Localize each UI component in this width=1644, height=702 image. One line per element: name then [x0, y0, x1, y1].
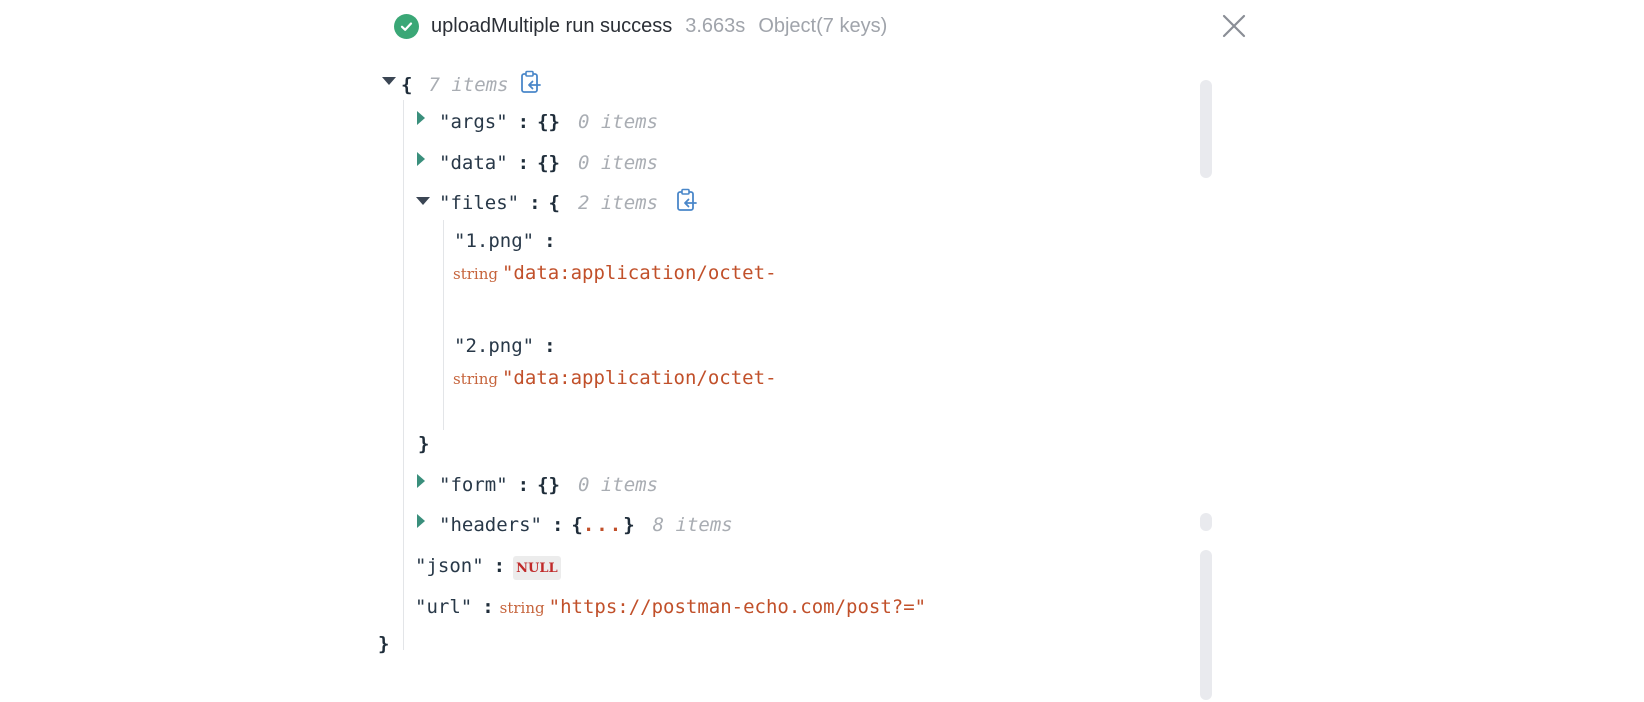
type-label: string	[499, 599, 545, 617]
scrollbar-thumb[interactable]	[1200, 80, 1212, 178]
files-key: "files"	[439, 192, 520, 214]
form-key: "form"	[439, 474, 508, 496]
headers-row: "headers" : { ... } 8 items	[439, 514, 733, 536]
headers-expand-toggle[interactable]	[417, 514, 425, 528]
args-expand-toggle[interactable]	[417, 111, 425, 125]
check-circle-icon	[394, 13, 419, 39]
root-close-brace: }	[378, 633, 390, 655]
copy-root-button[interactable]	[520, 70, 542, 94]
form-row: "form" : {} 0 items	[439, 474, 659, 496]
args-value: {}	[537, 111, 560, 133]
files-item-count: 2 items	[577, 192, 659, 214]
args-row: "args" : {} 0 items	[439, 111, 659, 133]
data-row: "data" : {} 0 items	[439, 152, 659, 174]
scrollbar-track-segment[interactable]	[1200, 550, 1212, 700]
file-entry-value: string "data:application/octet-	[453, 367, 777, 389]
json-row: "json" : NULL	[415, 555, 561, 585]
json-viewer: { 7 items "args" : {} 0 items "data" : {…	[378, 70, 1270, 702]
run-duration: 3.663s	[685, 14, 746, 37]
copy-files-button[interactable]	[676, 188, 698, 212]
file-entry-key: "1.png" :	[454, 230, 556, 252]
null-badge: NULL	[513, 556, 561, 580]
form-expand-toggle[interactable]	[417, 474, 425, 488]
headers-collapsed-ellipsis[interactable]: ...	[583, 514, 623, 536]
form-item-count: 0 items	[577, 474, 659, 496]
type-label: string	[453, 370, 498, 388]
args-item-count: 0 items	[577, 111, 659, 133]
result-header: uploadMultiple run success 3.663s Object…	[394, 10, 1256, 42]
close-button[interactable]	[1220, 12, 1248, 40]
root-indent-guide	[403, 100, 404, 650]
files-collapse-toggle[interactable]	[416, 197, 430, 205]
file-entry-value: string "data:application/octet-	[453, 262, 777, 284]
files-indent-guide	[443, 220, 444, 430]
data-key: "data"	[439, 152, 508, 174]
headers-key: "headers"	[439, 514, 542, 536]
data-value: {}	[537, 152, 560, 174]
data-item-count: 0 items	[577, 152, 659, 174]
type-label: string	[453, 265, 498, 283]
close-icon	[1222, 14, 1246, 38]
files-close-brace: }	[418, 433, 430, 455]
run-status-title: uploadMultiple run success	[431, 14, 673, 37]
root-collapse-toggle[interactable]	[382, 77, 396, 85]
result-summary: Object(7 keys)	[758, 14, 888, 37]
root-item-count: 7 items	[428, 74, 509, 96]
file-entry-key: "2.png" :	[454, 335, 556, 357]
json-key: "json"	[415, 555, 484, 577]
args-key: "args"	[439, 111, 508, 133]
headers-item-count: 8 items	[652, 514, 733, 536]
clipboard-icon	[521, 70, 541, 93]
scrollbar-track-segment[interactable]	[1200, 513, 1212, 531]
url-key: "url"	[415, 596, 473, 618]
files-row: "files" : { 2 items	[439, 192, 659, 214]
data-expand-toggle[interactable]	[417, 152, 425, 166]
form-value: {}	[537, 474, 560, 496]
root-open-line: { 7 items	[401, 74, 509, 96]
url-value: "https://postman-echo.com/post?="	[548, 596, 927, 618]
url-row: "url" : string "https://postman-echo.com…	[415, 596, 927, 618]
clipboard-icon	[677, 188, 697, 211]
